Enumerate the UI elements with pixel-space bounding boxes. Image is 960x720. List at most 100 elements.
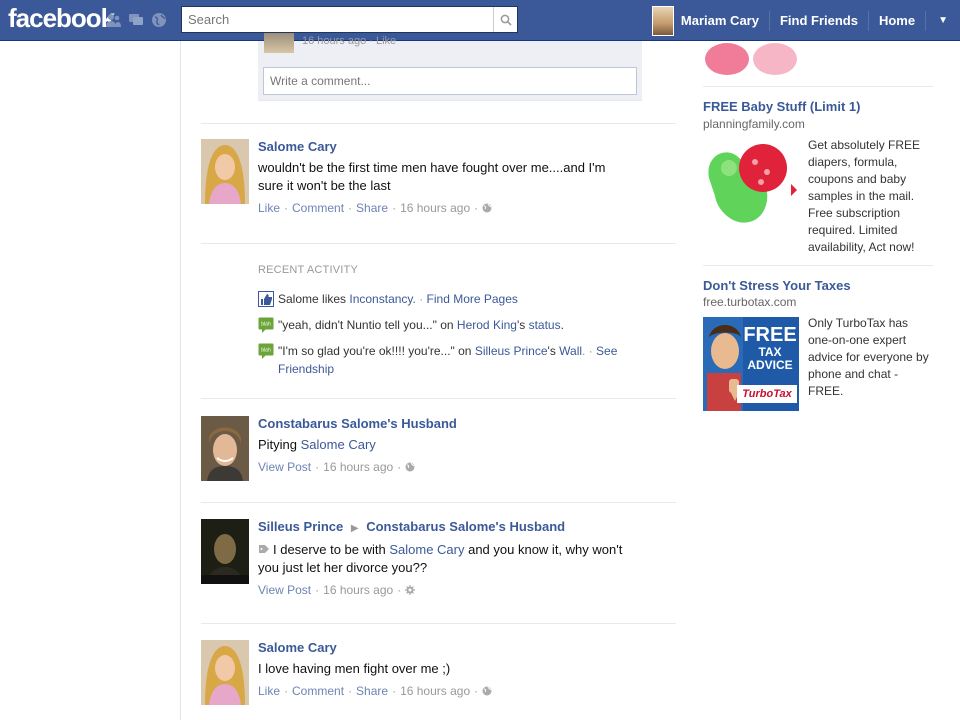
story-content: Constabarus Salome's Husband Pitying Sal…	[258, 416, 633, 474]
ad-divider	[703, 86, 933, 87]
user-avatar	[651, 5, 674, 36]
privacy-globe-icon[interactable]	[482, 203, 492, 213]
ad-image-turbotax[interactable]: FREE TAX ADVICE TurboTax	[703, 317, 799, 411]
privacy-globe-icon[interactable]	[482, 686, 492, 696]
herod-king-link[interactable]: Herod King	[457, 318, 517, 332]
ad-image-advice-text: ADVICE	[747, 357, 793, 372]
search-input[interactable]	[182, 7, 493, 32]
story-message: wouldn't be the first time men have foug…	[258, 160, 606, 193]
ad-image-pacifier[interactable]	[703, 138, 799, 237]
story-actor-link[interactable]: Salome Cary	[258, 640, 633, 656]
comment-link[interactable]: Comment	[292, 201, 344, 215]
ad-url: planningfamily.com	[703, 117, 805, 131]
home-link[interactable]: Home	[869, 0, 925, 41]
story-divider	[201, 502, 676, 503]
header-nav: Mariam Cary Find Friends Home ▼	[642, 0, 960, 41]
activity-text: 's	[516, 318, 529, 332]
commenter-avatar	[264, 33, 294, 53]
feed-story: Salome Cary I love having men fight over…	[201, 640, 676, 715]
separator: ·	[415, 292, 427, 306]
story-target-link[interactable]: Constabarus Salome's Husband	[366, 519, 565, 534]
view-post-link[interactable]: View Post	[258, 583, 311, 597]
activity-text: .	[560, 318, 564, 332]
friend-requests-icon[interactable]	[104, 11, 121, 28]
story-divider	[201, 123, 676, 124]
ad-image-tax-text: TAX	[758, 345, 782, 359]
salome-cary-link[interactable]: Salome Cary	[389, 542, 464, 557]
story-actor-link[interactable]: Constabarus Salome's Husband	[258, 416, 633, 432]
profile-picture[interactable]	[201, 139, 249, 204]
salome-cary-link[interactable]: Salome Cary	[301, 437, 376, 452]
view-post-link[interactable]: View Post	[258, 460, 311, 474]
story-content: Salome Cary wouldn't be the first time m…	[258, 139, 633, 215]
recent-activity-item: blah "I'm so glad you're ok!!!! you're..…	[258, 342, 658, 378]
story-actor-link[interactable]: Silleus Prince	[258, 519, 343, 534]
find-more-pages-link[interactable]: Find More Pages	[427, 292, 518, 306]
like-link[interactable]: Like	[258, 684, 280, 698]
story-actions: Like · Comment · Share · 16 hours ago ·	[258, 684, 633, 698]
notification-jewels	[104, 11, 167, 28]
previous-ad-image[interactable]	[703, 41, 803, 78]
turbotax-logo: TurboTax	[737, 385, 797, 403]
ad-image-caption: FREE TAX ADVICE	[743, 325, 797, 371]
silleus-prince-link[interactable]: Silleus Prince	[475, 344, 548, 358]
profile-picture[interactable]	[201, 640, 249, 705]
status-link[interactable]: status	[529, 318, 561, 332]
profile-picture[interactable]	[201, 416, 249, 481]
story-timestamp[interactable]: 16 hours ago	[323, 460, 393, 474]
svg-text:blah: blah	[261, 322, 271, 328]
feed-story: Constabarus Salome's Husband Pitying Sal…	[201, 416, 676, 486]
messages-icon[interactable]	[127, 11, 144, 28]
story-timestamp[interactable]: 16 hours ago	[323, 583, 393, 597]
ad-image-free-text: FREE	[743, 324, 797, 346]
privacy-gear-icon[interactable]	[405, 585, 416, 595]
story-message: I love having men fight over me ;)	[258, 661, 451, 676]
story-timestamp[interactable]: 16 hours ago	[400, 201, 470, 215]
profile-picture[interactable]	[201, 519, 249, 584]
feed-left-border	[180, 41, 181, 720]
find-friends-link[interactable]: Find Friends	[770, 0, 868, 41]
story-actions: Like · Comment · Share · 16 hours ago ·	[258, 201, 633, 215]
comment-link[interactable]: Comment	[292, 684, 344, 698]
ad-title[interactable]: Don't Stress Your Taxes	[703, 278, 851, 293]
activity-text: 's	[547, 344, 560, 358]
feed-story: Silleus Prince ▶ Constabarus Salome's Hu…	[201, 519, 676, 604]
privacy-globe-icon[interactable]	[405, 462, 415, 472]
search-button[interactable]	[493, 7, 517, 32]
message-text: I deserve to be with	[273, 542, 390, 557]
svg-text:blah: blah	[261, 348, 271, 354]
notifications-globe-icon[interactable]	[150, 11, 167, 28]
page-link-inconstancy[interactable]: Inconstancy.	[349, 292, 415, 306]
message-text: Pitying	[258, 437, 301, 452]
comment-section: 16 hours ago · Like Write a comment...	[258, 33, 642, 101]
recent-activity-title: RECENT ACTIVITY	[258, 264, 358, 276]
profile-link[interactable]: Mariam Cary	[642, 0, 769, 41]
comment-input[interactable]: Write a comment...	[263, 67, 637, 95]
activity-text: "I'm so glad you're ok!!!! you're..." on	[278, 344, 475, 358]
like-link[interactable]: Like	[258, 201, 280, 215]
share-link[interactable]: Share	[356, 684, 388, 698]
story-actor-link[interactable]: Salome Cary	[258, 139, 633, 155]
prev-comment-meta: 16 hours ago · Like	[302, 35, 397, 47]
story-actions: View Post · 16 hours ago ·	[258, 460, 633, 474]
ad-title[interactable]: FREE Baby Stuff (Limit 1)	[703, 99, 860, 114]
user-name: Mariam Cary	[680, 13, 759, 28]
comment-bubble-icon: blah	[258, 317, 274, 333]
share-link[interactable]: Share	[356, 201, 388, 215]
tag-icon	[259, 545, 269, 553]
separator: . ·	[582, 344, 597, 358]
story-content: Silleus Prince ▶ Constabarus Salome's Hu…	[258, 519, 633, 597]
story-actors: Silleus Prince ▶ Constabarus Salome's Hu…	[258, 519, 633, 537]
feed-story: Salome Cary wouldn't be the first time m…	[201, 139, 676, 229]
wall-link[interactable]: Wall	[559, 344, 582, 358]
story-timestamp[interactable]: 16 hours ago	[400, 684, 470, 698]
activity-text: Salome likes	[278, 292, 350, 306]
story-message: I deserve to be with Salome Cary and you…	[258, 541, 633, 577]
account-menu-chevron-icon[interactable]: ▼	[926, 15, 960, 26]
ad-divider	[703, 265, 933, 266]
ad-url: free.turbotax.com	[703, 295, 797, 309]
ad-body-text: Only TurboTax has one-on-one expert advi…	[808, 316, 929, 398]
facebook-logo[interactable]: facebook	[8, 3, 115, 34]
search-icon	[500, 14, 512, 26]
recent-activity-item: Salome likes Inconstancy. · Find More Pa…	[258, 290, 658, 308]
